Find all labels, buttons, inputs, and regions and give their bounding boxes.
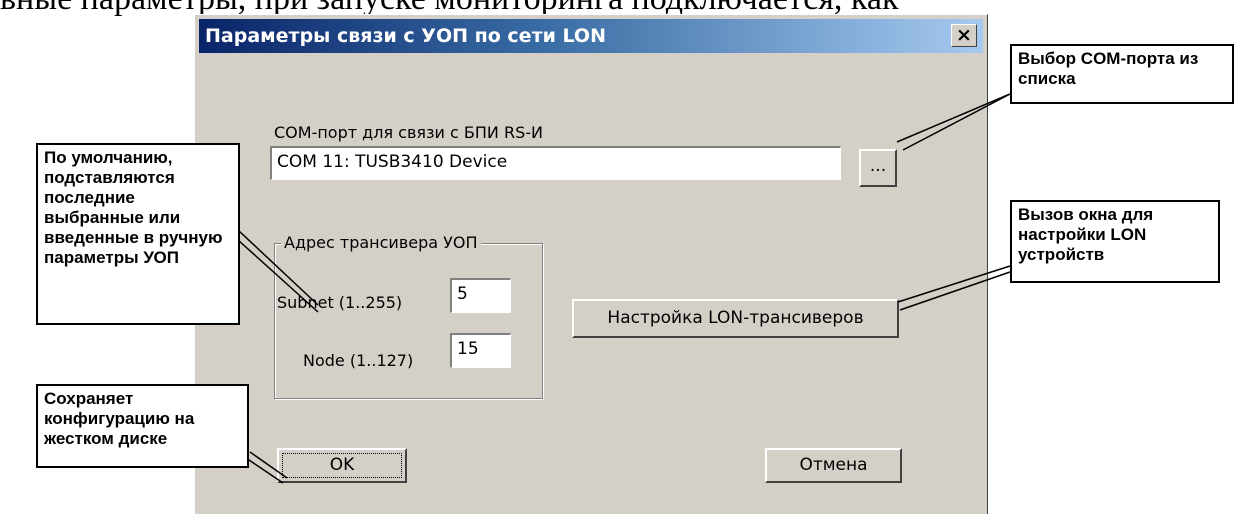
callout-com-select: Выбор COM-порта из списка — [1010, 44, 1234, 104]
callout-lon-window: Вызов окна для настройки LON устройств — [1010, 200, 1220, 283]
callout-save: Сохраняет конфигурацию на жестком диске — [36, 384, 249, 468]
callout-defaults: По умолчанию, подставляются последние вы… — [36, 143, 240, 325]
